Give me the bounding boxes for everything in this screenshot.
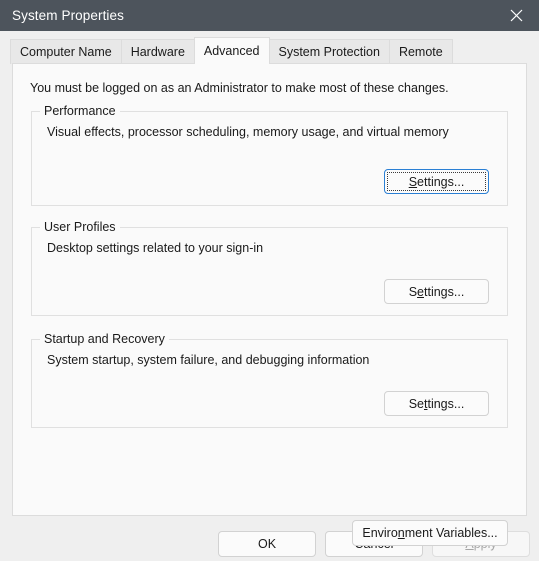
- ok-button[interactable]: OK: [218, 531, 316, 557]
- startup-recovery-settings-button-label: Se t tings...: [408, 396, 465, 411]
- close-button[interactable]: [493, 0, 539, 31]
- user-profiles-group-legend: User Profiles: [40, 220, 120, 234]
- ok-button-label: OK: [257, 537, 277, 551]
- performance-group-description: Visual effects, processor scheduling, me…: [47, 125, 449, 139]
- user-profiles-settings-button-label: Se ttings...: [408, 284, 465, 299]
- window-title: System Properties: [12, 8, 124, 23]
- startup-recovery-group-legend: Startup and Recovery: [40, 332, 169, 346]
- startup-recovery-group: Startup and Recovery System startup, sys…: [31, 332, 508, 428]
- window-titlebar: System Properties: [0, 0, 539, 31]
- admin-notice: You must be logged on as an Administrato…: [30, 81, 449, 95]
- tab-advanced[interactable]: Advanced: [193, 37, 270, 64]
- advanced-tab-panel: You must be logged on as an Administrato…: [12, 63, 527, 546]
- environment-variables-button-label: Enviro n ment Variables...: [362, 526, 498, 540]
- tab-strip: Computer Name Hardware Advanced System P…: [0, 31, 539, 64]
- startup-recovery-settings-button[interactable]: Se t tings...: [384, 391, 489, 416]
- user-profiles-group-description: Desktop settings related to your sign-in: [47, 241, 264, 255]
- window-controls: [493, 0, 539, 31]
- startup-recovery-group-description: System startup, system failure, and debu…: [47, 353, 370, 367]
- user-profiles-group: User Profiles Desktop settings related t…: [31, 220, 508, 316]
- performance-settings-button-label: Settings...: [387, 172, 486, 191]
- performance-group: Performance Visual effects, processor sc…: [31, 104, 508, 206]
- user-profiles-settings-button[interactable]: Se ttings...: [384, 279, 489, 304]
- tab-system-protection[interactable]: System Protection: [268, 39, 390, 64]
- performance-group-legend: Performance: [40, 104, 120, 118]
- close-icon: [510, 9, 523, 22]
- tab-remote[interactable]: Remote: [388, 39, 453, 64]
- tab-computer-name[interactable]: Computer Name: [10, 39, 122, 64]
- environment-variables-button[interactable]: Enviro n ment Variables...: [352, 520, 508, 546]
- tab-hardware[interactable]: Hardware: [120, 39, 195, 64]
- performance-settings-button[interactable]: Settings...: [384, 169, 489, 194]
